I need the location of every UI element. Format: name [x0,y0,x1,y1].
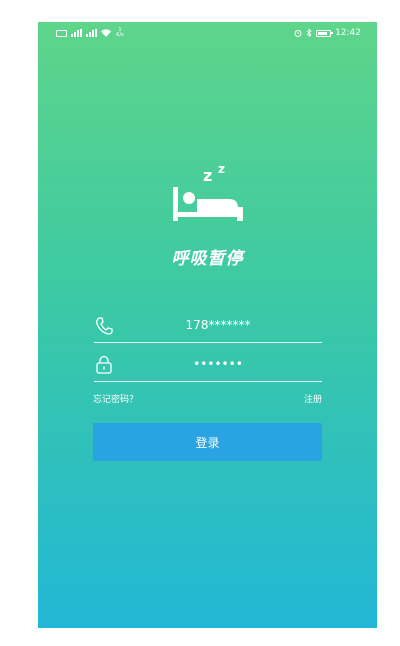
phone-field-row [94,310,322,343]
password-field-row [94,349,322,382]
phone-screen: 1 K/s 12:42 z z 呼吸暂停 178******* ••••••• … [38,22,377,628]
app-title: 呼吸暂停 [171,249,244,269]
forgot-password-link[interactable]: 忘记密码？ [93,392,138,405]
svg-text:z: z [218,162,225,176]
wifi-icon [101,29,111,37]
bluetooth-icon [306,29,312,37]
password-input[interactable] [134,353,302,375]
sleeping-bed-icon: z z [173,162,243,221]
status-time: 12:42 [335,28,361,38]
login-button[interactable]: 登录 [93,423,322,461]
network-speed: 1 K/s [116,27,124,38]
status-bar: 1 K/s 12:42 [38,22,377,44]
lock-icon [96,355,112,374]
sim-card-icon [56,29,67,37]
phone-input[interactable] [134,314,302,336]
phone-icon [96,317,113,335]
battery-icon [316,29,334,37]
signal-icon [71,29,82,37]
svg-text:z: z [203,166,212,185]
alarm-icon [294,30,302,37]
status-right: 12:42 [294,28,361,38]
register-link[interactable]: 注册 [304,392,322,405]
signal-icon-2 [86,29,97,37]
status-left: 1 K/s [56,28,125,38]
